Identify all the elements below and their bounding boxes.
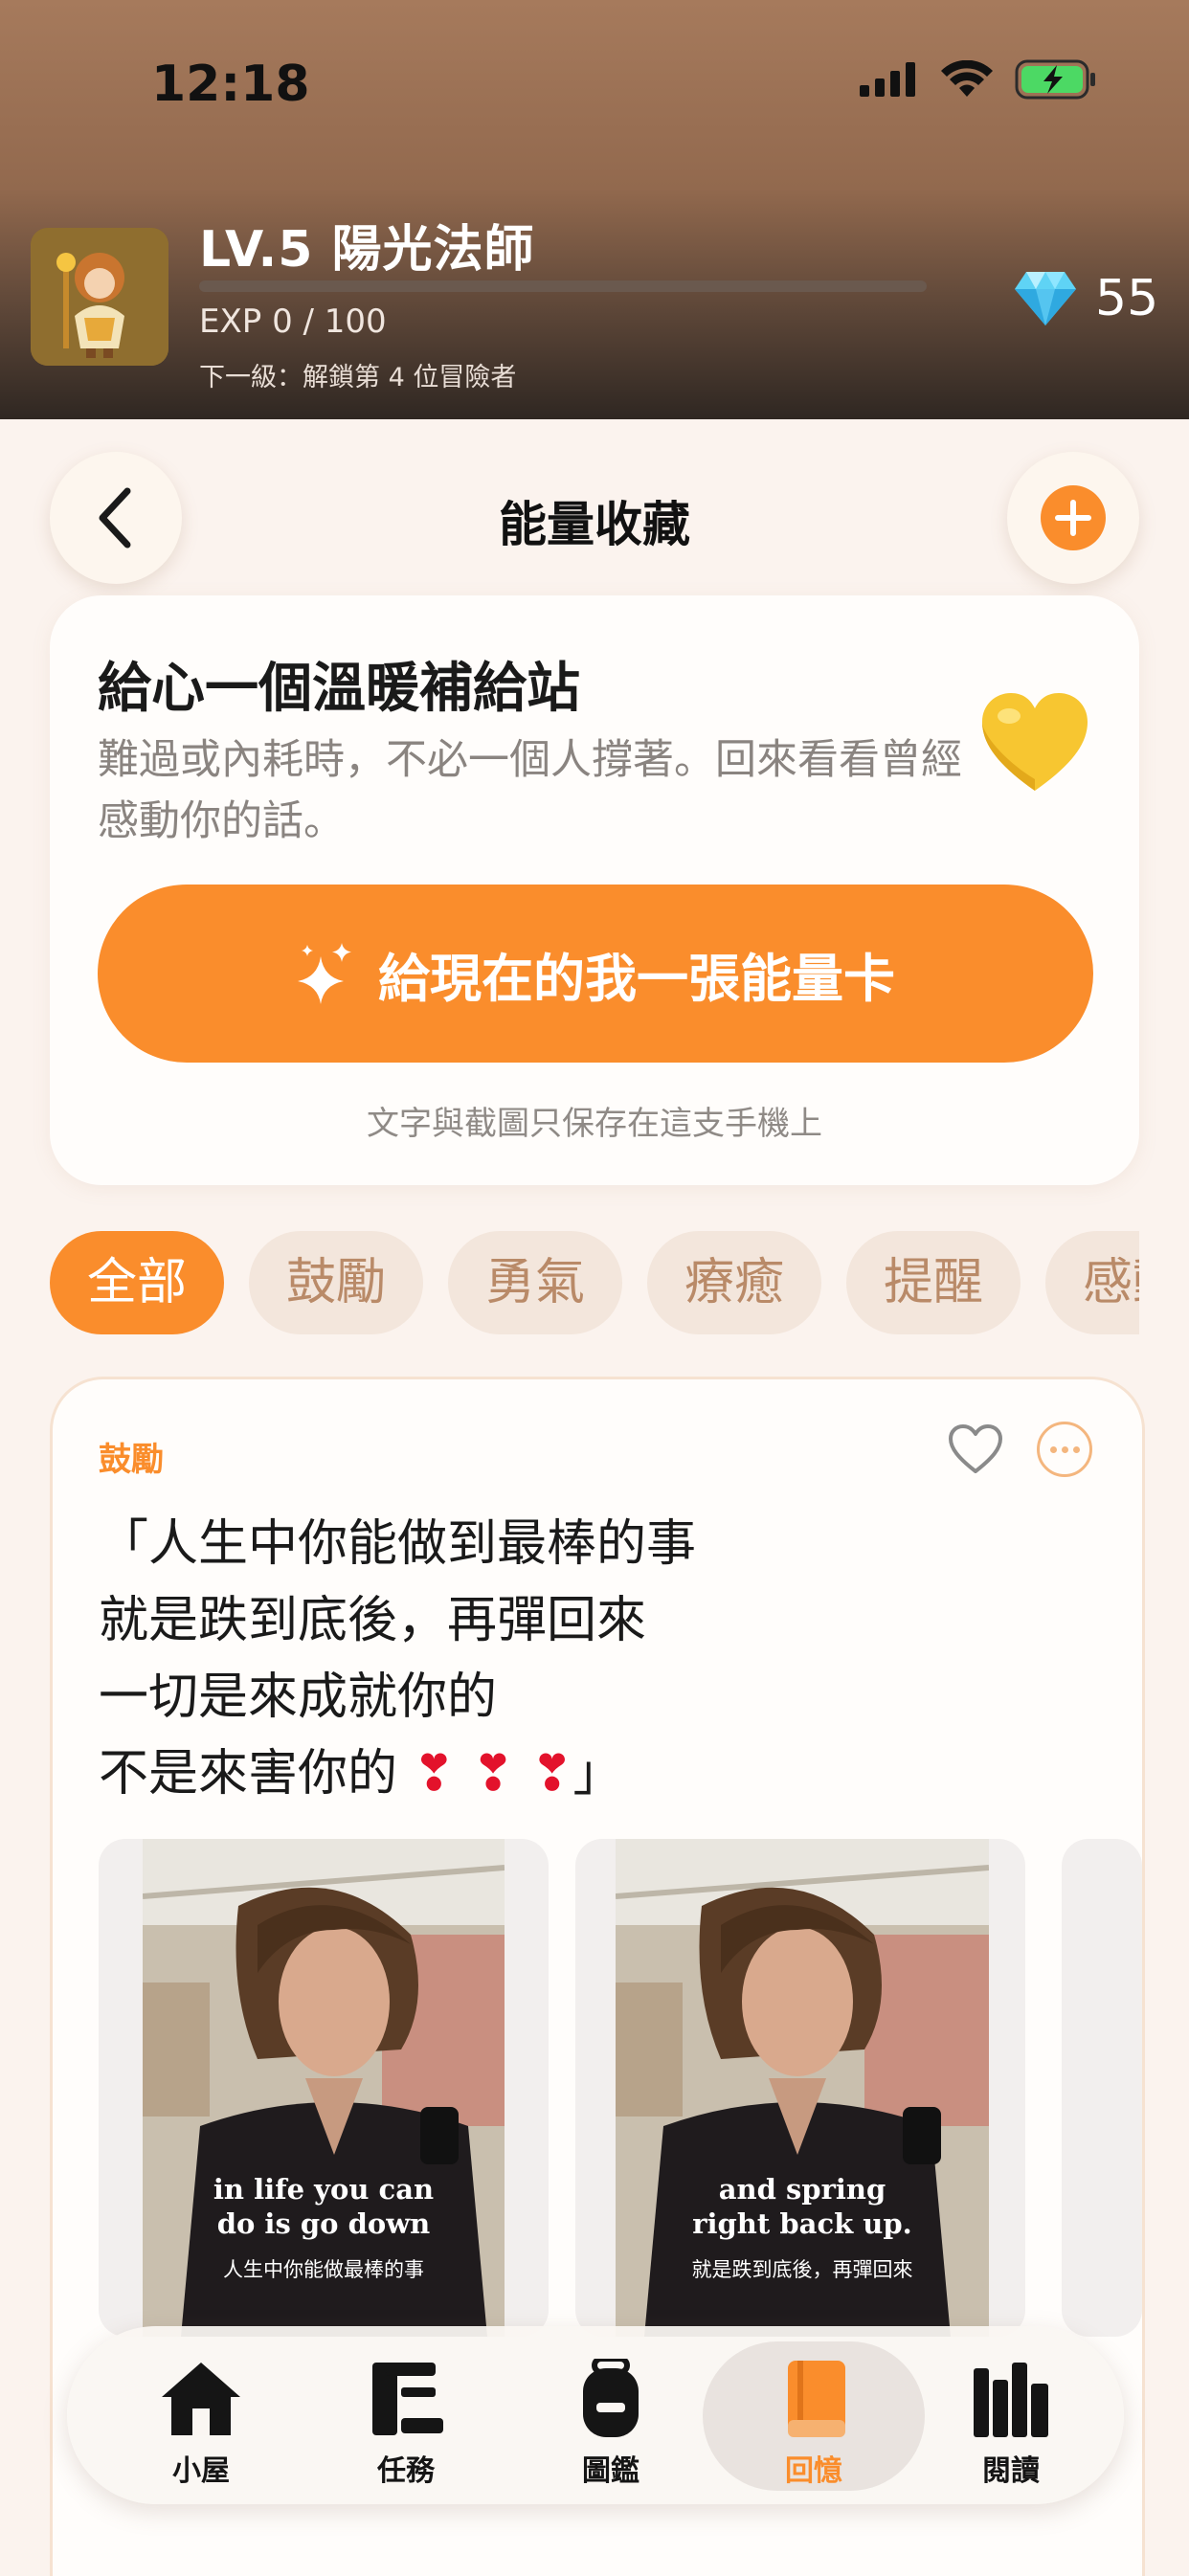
next-level-text: 下一級：解鎖第 4 位冒險者 <box>199 363 517 392</box>
avatar[interactable] <box>31 228 168 366</box>
quote-closing: 」 <box>572 1745 623 1803</box>
subtitle-en-line: do is go down <box>216 2207 431 2240</box>
tab-memories[interactable]: 回憶 <box>703 2326 925 2504</box>
cellular-signal-icon <box>860 62 915 97</box>
quote-line: 就是跌到底後，再彈回來 <box>99 1592 647 1649</box>
screenshot-thumbnail[interactable]: and spring right back up. 就是跌到底後，再彈回來 <box>575 1839 1025 2337</box>
tab-label: 小屋 <box>172 2454 230 2488</box>
filter-chip-encourage[interactable]: 鼓勵 <box>249 1231 423 1334</box>
privacy-note: 文字與截圖只保存在這支手機上 <box>367 1105 822 1143</box>
tab-label: 回憶 <box>785 2454 842 2488</box>
quote-tag: 鼓勵 <box>99 1441 164 1479</box>
tab-label: 閱讀 <box>982 2454 1040 2488</box>
quote-line: 不是來害你的 <box>99 1745 398 1803</box>
video-frame-image: in life you can do is go down 人生中你能做最棒的事 <box>143 1839 505 2337</box>
filter-chip-healing[interactable]: 療癒 <box>647 1231 821 1334</box>
filter-chip-courage[interactable]: 勇氣 <box>448 1231 622 1334</box>
cta-label: 給現在的我一張能量卡 <box>378 948 895 1009</box>
sparkles-icon <box>298 943 351 1004</box>
profile-header: 12:18 LV.5 陽光法師 EXP 0 / 100 下一級：解鎖第 4 位冒… <box>0 0 1189 419</box>
tab-collection[interactable]: 圖鑑 <box>507 2326 714 2504</box>
subtitle-en-line: right back up. <box>692 2207 912 2240</box>
filter-chip-touched[interactable]: 感動 <box>1045 1231 1139 1334</box>
diamond-icon <box>1015 272 1076 325</box>
quote-line: 一切是來成就你的 <box>99 1669 498 1726</box>
battery-charging-icon <box>1015 59 1095 100</box>
subtitle-chinese: 就是跌到底後，再彈回來 <box>691 2258 913 2281</box>
filter-chips: 全部鼓勵勇氣療癒提醒感動 <box>50 1231 1139 1334</box>
status-icons <box>860 59 1097 100</box>
video-frame-image: and spring right back up. 就是跌到底後，再彈回來 <box>616 1839 989 2337</box>
filter-chip-all[interactable]: 全部 <box>50 1231 224 1334</box>
quote-line-last: 不是來害你的 ❣ ❣ ❣」 <box>99 1736 696 1812</box>
book-icon <box>788 2361 845 2437</box>
tab-home[interactable]: 小屋 <box>98 2326 304 2504</box>
tab-bar: 小屋 任務 圖鑑 回憶 閱讀 <box>67 2326 1124 2504</box>
subtitle-en-line: and spring <box>718 2173 886 2206</box>
tab-label: 圖鑑 <box>582 2454 639 2488</box>
gem-count: 55 <box>1095 270 1159 327</box>
mage-character-icon <box>31 228 168 366</box>
yellow-heart-icon <box>982 693 1088 791</box>
create-energy-card-button[interactable]: 給現在的我一張能量卡 <box>98 885 1093 1063</box>
subtitle-chinese: 人生中你能做最棒的事 <box>223 2258 424 2281</box>
books-icon <box>974 2363 1048 2437</box>
heart-exclamation-emoji: ❣ ❣ ❣ <box>413 1745 573 1803</box>
add-button[interactable] <box>1007 452 1139 584</box>
subtitle-en-line: in life you can <box>213 2173 435 2206</box>
hero-card: 給心一個溫暖補給站 難過或內耗時，不必一個人撐著。回來看看曾經感動你的話。 給現… <box>50 595 1139 1185</box>
hero-title: 給心一個溫暖補給站 <box>98 658 580 720</box>
plus-icon <box>1041 485 1106 550</box>
more-options-icon[interactable] <box>1037 1422 1092 1477</box>
screenshot-thumbnail[interactable] <box>1062 1839 1142 2337</box>
subtitle-english: in life you can do is go down <box>143 2172 505 2241</box>
quote-text: 「人生中你能做到最棒的事 就是跌到底後，再彈回來 一切是來成就你的 不是來害你的… <box>99 1506 696 1812</box>
filter-chip-reminder[interactable]: 提醒 <box>846 1231 1021 1334</box>
hero-description: 難過或內耗時，不必一個人撐著。回來看看曾經感動你的話。 <box>98 736 962 845</box>
tab-tasks[interactable]: 任務 <box>303 2326 509 2504</box>
backpack-icon <box>583 2359 639 2437</box>
exp-progress-bar <box>199 280 927 292</box>
house-icon <box>162 2363 240 2435</box>
screenshot-thumbnail[interactable]: in life you can do is go down 人生中你能做最棒的事 <box>99 1839 549 2337</box>
tab-label: 任務 <box>377 2454 435 2488</box>
quote-line: 「人生中你能做到最棒的事 <box>99 1515 697 1573</box>
heart-outline-icon[interactable] <box>947 1422 1004 1479</box>
subtitle-english: and spring right back up. <box>616 2172 989 2241</box>
exp-text: EXP 0 / 100 <box>199 302 387 341</box>
scroll-icon <box>372 2363 443 2435</box>
wifi-icon <box>941 60 993 97</box>
status-time: 12:18 <box>151 56 310 113</box>
tab-reading[interactable]: 閱讀 <box>908 2326 1114 2504</box>
level-title: LV.5 陽光法師 <box>199 221 535 279</box>
